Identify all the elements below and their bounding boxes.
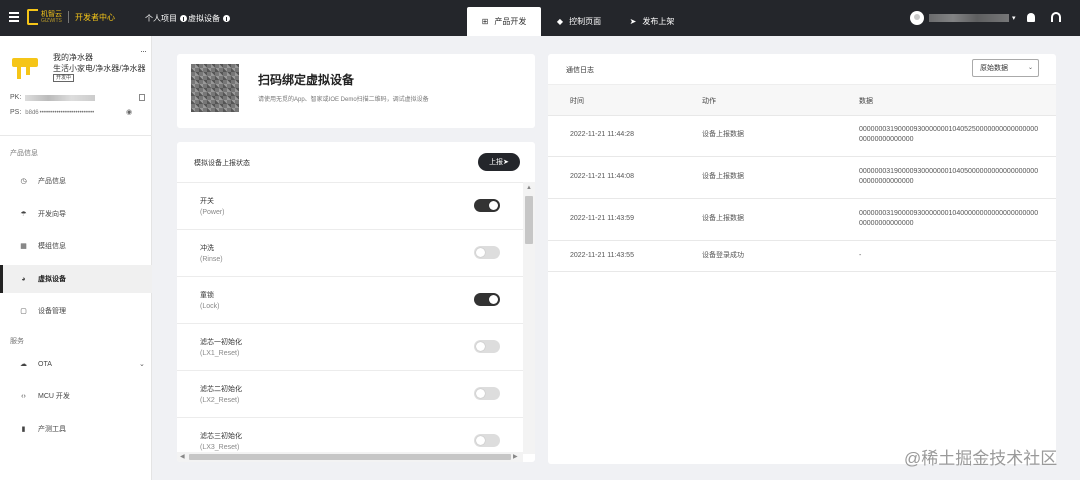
sidebar-item-ota[interactable]: ☁ OTA ⌄ xyxy=(0,350,152,378)
tab-publish[interactable]: ➤ 发布上架 xyxy=(620,7,684,36)
send-icon: ➤ xyxy=(629,17,637,26)
scroll-right-icon[interactable]: ▶ xyxy=(513,453,518,460)
tab-control-page[interactable]: ◆ 控制页面 xyxy=(548,7,610,36)
product-key-row: PK: xyxy=(10,94,145,101)
sidebar-item-test-tool[interactable]: ▮ 产测工具 xyxy=(0,415,152,443)
scroll-left-icon[interactable]: ◀ xyxy=(180,453,185,460)
report-status-card: 模拟设备上报状态 上报➤ 开关 (Power) 冲洗 (Rinse) 童锁 (L… xyxy=(177,142,535,462)
power-toggle[interactable] xyxy=(474,199,500,212)
sidebar: 我的净水器 生活小家电/净水器/净水器 开发中 ··· PK: PS: b8d6… xyxy=(0,36,152,480)
data-format-select[interactable]: 原始数据 ⌄ xyxy=(972,59,1039,77)
lx3-reset-toggle[interactable] xyxy=(474,434,500,447)
list-item: 滤芯一初始化 (LX1_Reset) xyxy=(177,323,523,370)
tab-product-dev[interactable]: ⊞ 产品开发 xyxy=(467,7,541,36)
breadcrumb-virtual-device[interactable]: 虚拟设备 xyxy=(188,13,230,24)
info-icon xyxy=(180,15,187,22)
user-menu[interactable]: ▾ xyxy=(910,11,1016,25)
info-icon xyxy=(223,15,230,22)
code-icon: ‹› xyxy=(21,392,26,400)
datapoint-list: 开关 (Power) 冲洗 (Rinse) 童锁 (Lock) 滤芯一初始化 (… xyxy=(177,182,523,454)
table-row: 2022-11-21 11:43:59 设备上报数据 0000000319000… xyxy=(548,199,1056,241)
qr-code xyxy=(191,64,239,112)
list-item: 滤芯二初始化 (LX2_Reset) xyxy=(177,370,523,417)
avatar xyxy=(910,11,924,25)
dev-center-label: 开发者中心 xyxy=(75,12,115,22)
log-title: 通信日志 xyxy=(566,67,594,74)
list-item: 开关 (Power) xyxy=(177,182,523,229)
chevron-down-icon: ▾ xyxy=(1012,15,1016,22)
logo[interactable]: 机智云 GIZWITS 开发者中心 xyxy=(27,9,115,25)
faucet-icon xyxy=(12,54,38,80)
username-blurred xyxy=(929,14,1009,22)
more-icon[interactable]: ··· xyxy=(140,46,147,56)
chevron-down-icon: ⌄ xyxy=(139,361,145,368)
table-row: 2022-11-21 11:43:55 设备登录成功 - xyxy=(548,241,1056,272)
umbrella-icon: ☂ xyxy=(20,210,27,218)
bell-icon[interactable] xyxy=(1027,13,1035,22)
scroll-up-icon[interactable]: ▲ xyxy=(526,185,532,191)
cloud-icon: ☁ xyxy=(20,360,27,368)
breadcrumb-personal-project[interactable]: 个人项目 xyxy=(145,13,187,24)
scan-bind-card: 扫码绑定虚拟设备 请使用无觅的App、智家或IOE Demo扫描二维码，调试虚拟… xyxy=(177,54,535,128)
table-row: 2022-11-21 11:44:28 设备上报数据 0000000319000… xyxy=(548,115,1056,157)
scan-description: 请使用无觅的App、智家或IOE Demo扫描二维码，调试虚拟设备 xyxy=(258,97,429,103)
tool-icon: ▮ xyxy=(21,425,26,433)
logo-en: GIZWITS xyxy=(41,17,62,24)
lx2-reset-toggle[interactable] xyxy=(474,387,500,400)
watermark: @稀土掘金技术社区 xyxy=(904,449,1058,468)
log-table-header: 时间 动作 数据 xyxy=(548,84,1056,116)
lock-toggle[interactable] xyxy=(474,293,500,306)
logo-separator xyxy=(68,11,69,23)
virtual-device-icon: ◕ xyxy=(21,275,26,283)
copy-icon[interactable] xyxy=(139,94,145,101)
module-icon: ▦ xyxy=(20,242,27,250)
product-key-blurred xyxy=(25,94,96,101)
lx1-reset-toggle[interactable] xyxy=(474,340,500,353)
product-secret-mask: •••••••••••••••••••••••••• xyxy=(39,109,95,116)
scan-title: 扫码绑定虚拟设备 xyxy=(258,73,355,87)
clock-icon: ◷ xyxy=(20,177,27,185)
top-bar: 机智云 GIZWITS 开发者中心 个人项目 虚拟设备 ⊞ 产品开发 ◆ 控制页面 … xyxy=(0,0,1080,36)
list-item: 冲洗 (Rinse) xyxy=(177,229,523,276)
section-service: 服务 xyxy=(10,338,24,345)
sidebar-item-device-mgmt[interactable]: ▢ 设备管理 xyxy=(0,297,152,325)
sidebar-item-dev-guide[interactable]: ☂ 开发向导 xyxy=(0,200,152,228)
sidebar-item-product-info[interactable]: ◷ 产品信息 xyxy=(0,167,152,195)
list-item: 滤芯三初始化 (LX3_Reset) xyxy=(177,417,523,454)
pk-label: PK: xyxy=(10,94,22,101)
product-name: 我的净水器 xyxy=(53,53,93,62)
menu-icon[interactable] xyxy=(9,12,19,22)
section-product-info: 产品信息 xyxy=(10,150,38,157)
device-icon: ▢ xyxy=(20,307,27,315)
product-secret-row: PS: b8d6 •••••••••••••••••••••••••• ◉ xyxy=(10,109,132,116)
logo-mark-icon xyxy=(27,9,38,25)
comm-log-card: 通信日志 原始数据 ⌄ 时间 动作 数据 2022-11-21 11:44:28… xyxy=(548,54,1056,464)
sidebar-item-virtual-device[interactable]: ◕ 虚拟设备 xyxy=(0,265,152,293)
logo-cn: 机智云 xyxy=(41,10,62,18)
gem-icon: ◆ xyxy=(556,17,564,26)
grid-icon: ⊞ xyxy=(481,17,489,26)
list-item: 童锁 (Lock) xyxy=(177,276,523,323)
report-button[interactable]: 上报➤ xyxy=(478,153,520,171)
eye-icon[interactable]: ◉ xyxy=(126,108,132,116)
vertical-scrollbar[interactable]: ▲ xyxy=(523,182,535,454)
report-title: 模拟设备上报状态 xyxy=(194,160,250,167)
rinse-toggle[interactable] xyxy=(474,246,500,259)
headset-icon[interactable] xyxy=(1051,12,1061,22)
chevron-down-icon: ⌄ xyxy=(1028,65,1034,71)
sidebar-item-mcu-dev[interactable]: ‹› MCU 开发 xyxy=(0,382,152,410)
table-row: 2022-11-21 11:44:08 设备上报数据 0000000319000… xyxy=(548,157,1056,199)
product-secret-prefix: b8d6 xyxy=(25,109,39,116)
horizontal-scrollbar[interactable]: ◀ ▶ xyxy=(177,452,523,462)
status-badge: 开发中 xyxy=(53,74,75,82)
ps-label: PS: xyxy=(10,109,22,116)
sidebar-item-module-info[interactable]: ▦ 模组信息 xyxy=(0,232,152,260)
product-category: 生活小家电/净水器/净水器 xyxy=(53,64,146,73)
